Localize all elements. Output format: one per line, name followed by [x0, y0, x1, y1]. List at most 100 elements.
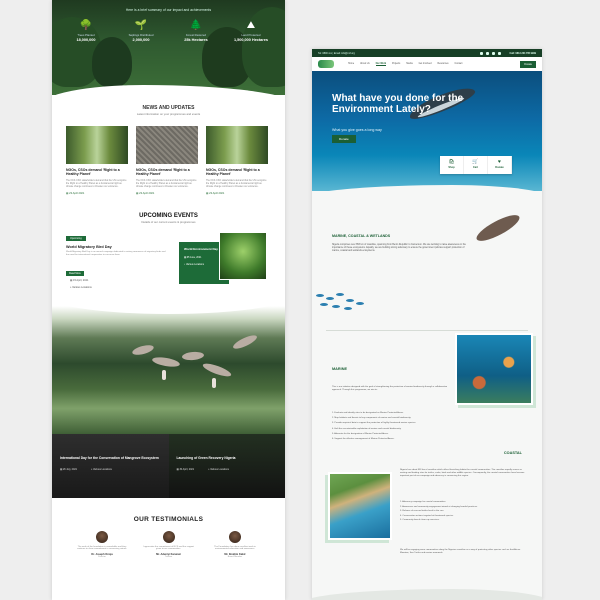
stat-value: 1,500,000 Hectares: [234, 38, 268, 42]
news-card[interactable]: NGOs, CSOs demand 'Right to a Healthy Pl…: [206, 126, 268, 195]
news-card-text: The NCF-CSO stakeholders demand that the…: [136, 179, 197, 188]
marine-text: This is our initiative designed with the…: [332, 386, 448, 391]
topbar-phone: Call: 0813 234 765 9999: [509, 51, 536, 55]
nav-item-home[interactable]: Home: [348, 63, 354, 66]
hero-donate-button[interactable]: Donate: [332, 135, 356, 143]
list-item: 2. Map habitats and threats to key compo…: [332, 417, 411, 420]
coastal-title: COASTAL: [503, 451, 522, 455]
nav-items: Home About Us Our Work Projects Media Ge…: [348, 63, 462, 66]
nav-donate-button[interactable]: Donate: [520, 60, 536, 68]
news-card-text: The NCF-CSO stakeholders demand that the…: [66, 179, 127, 188]
events-strip: International Day for the Conservation o…: [52, 433, 285, 498]
quick-shop[interactable]: 🛍 Shop: [440, 156, 464, 174]
news-card-date: ▦ 23 April 2021: [206, 191, 225, 195]
list-item: 1. Evaluate and identify sites to be des…: [332, 412, 404, 414]
quick-donate[interactable]: ♥ Donate: [488, 156, 512, 174]
read-more-button[interactable]: Read More: [66, 270, 84, 276]
testimonial-role: Trustee: [164, 556, 173, 559]
marine-coastal-title: MARINE, COASTAL & WETLANDS: [332, 234, 391, 238]
news-list: NGOs, CSOs demand 'Right to a Healthy Pl…: [52, 126, 285, 195]
list-item: 4. Halt the unsustainable exploitation o…: [332, 427, 402, 430]
nav-item-projects[interactable]: Projects: [392, 63, 400, 66]
event-badge: Upcoming: [66, 235, 86, 241]
nav-item-get-involved[interactable]: Get Involved: [419, 63, 432, 66]
impact-hero: Here is a brief summary of our impact an…: [52, 0, 285, 95]
events-title: UPCOMING EVENTS: [139, 212, 198, 219]
event-title[interactable]: World Migratory Bird Day: [66, 245, 112, 249]
news-card[interactable]: NGOs, CSOs demand 'Right to a Healthy Pl…: [66, 126, 128, 195]
coastal-text: Nigeria has about 853 km of coastline wh…: [400, 469, 525, 477]
list-item: 1. Advocacy campaign for coastal communi…: [400, 501, 447, 503]
news-image: [206, 126, 268, 164]
list-item: 5. Advocate for the designation of Marin…: [332, 432, 389, 435]
list-item: 2. Awareness and community engagement ai…: [400, 505, 478, 508]
list-item: 4. Conservation actions targeted at thre…: [400, 514, 454, 517]
news-card-title[interactable]: NGOs, CSOs demand 'Right to a Healthy Pl…: [66, 168, 128, 177]
event-card[interactable]: Launching of Green Recovery Nigeria ▦ 30…: [168, 433, 285, 498]
news-card[interactable]: NGOs, CSOs demand 'Right to a Healthy Pl…: [136, 126, 198, 195]
nav-item-resources[interactable]: Resources: [438, 63, 449, 66]
nav-item-our-work[interactable]: Our Work: [375, 63, 387, 66]
news-title: NEWS AND UPDATES: [142, 105, 195, 111]
divider: [326, 330, 528, 331]
testimonial-card: I appreciate the commitment of NCF and t…: [143, 530, 195, 559]
hero-title: What have you done for the Environment L…: [332, 93, 464, 115]
hero-subtitle: What you give goes a long way: [332, 128, 382, 132]
testimonial-quote: I appreciate the commitment of NCF and t…: [143, 545, 194, 551]
stat-label: Saplings Distributed: [128, 33, 154, 37]
news-image: [66, 126, 128, 164]
stat-label: Forest Restored: [185, 33, 207, 37]
seedling-image: [219, 231, 267, 280]
right-page-screenshot: Tel: 0800 xxx | Email: info@ncf.org Call…: [312, 49, 542, 600]
ncf-logo[interactable]: [318, 60, 334, 68]
testimonial-card: The Foundation has done excellent work i…: [209, 530, 261, 558]
seedling-icon: 🌱: [134, 20, 148, 31]
stat-value: 18,000,000: [76, 38, 96, 42]
event-card-title: International Day for the Conservation o…: [60, 455, 159, 460]
event-card-meta: ▦ 26 July, 2021 ⌖ Various Locations: [60, 467, 112, 471]
quick-cart[interactable]: 🛒 Cart: [464, 156, 488, 174]
cart-icon: 🛒: [472, 159, 479, 165]
coastal-text-2: We will be engaging more communities alo…: [400, 549, 521, 554]
shark-image: [473, 210, 523, 246]
facebook-icon[interactable]: [479, 51, 483, 55]
stat-label: Land Protected: [241, 33, 261, 37]
testimonials-title: OUR TESTIMONIALS: [133, 515, 204, 523]
side-event-title: World Environment Day: [184, 246, 218, 251]
nav-item-media[interactable]: Media: [406, 63, 412, 66]
testimonial-quote: The Foundation has done excellent work i…: [214, 545, 256, 551]
event-card-meta: ▦ 30 April, 2021 ⌖ Various Locations: [176, 467, 229, 471]
impact-tagline: Here is a brief summary of our impact an…: [125, 8, 212, 12]
stat-label: Trees Planted: [77, 33, 95, 37]
fish-school-image: [312, 291, 372, 313]
list-item: 3. Release of rescued turtles back to th…: [400, 510, 444, 512]
nav-item-contact[interactable]: Contact: [455, 63, 463, 66]
instagram-icon[interactable]: [491, 51, 495, 55]
stat-land: ⛰ Land Protected 1,500,000 Hectares: [229, 20, 273, 42]
avatar: [162, 530, 175, 543]
side-event-venue: ⌖ Various Locations: [184, 263, 205, 266]
stat-trees: 🌳 Trees Planted 18,000,000: [64, 20, 108, 42]
news-image: [136, 126, 198, 164]
news-subtitle: Latest information on your programmes an…: [136, 112, 201, 116]
tree-icon: 🌳: [79, 20, 93, 31]
birds-photo: [52, 305, 285, 434]
testimonial-quote: The work of the foundation is remarkable…: [77, 545, 127, 551]
news-card-date: ▦ 23 April 2021: [136, 191, 155, 195]
nav-item-about[interactable]: About Us: [360, 63, 369, 66]
beach-image: [328, 472, 392, 540]
stat-saplings: 🌱 Saplings Distributed 2,000,000: [119, 20, 163, 42]
stat-value: 25k Hectares: [184, 38, 208, 42]
landscape-icon: ⛰: [246, 20, 256, 31]
youtube-icon[interactable]: [497, 51, 501, 55]
event-card[interactable]: International Day for the Conservation o…: [52, 433, 169, 498]
twitter-icon[interactable]: [485, 51, 489, 55]
news-card-title[interactable]: NGOs, CSOs demand 'Right to a Healthy Pl…: [136, 168, 198, 177]
marine-coastal-text: Nigeria comprises over 853 km of coastli…: [332, 244, 466, 252]
shop-icon: 🛍: [448, 159, 455, 165]
forest-icon: 🌲: [189, 20, 203, 31]
event-venue: ⌖ Various Locations: [70, 285, 92, 289]
marine-list: 1. Evaluate and identify sites to be des…: [332, 412, 450, 443]
news-card-title[interactable]: NGOs, CSOs demand 'Right to a Healthy Pl…: [206, 168, 268, 177]
brush-divider: [52, 85, 285, 95]
